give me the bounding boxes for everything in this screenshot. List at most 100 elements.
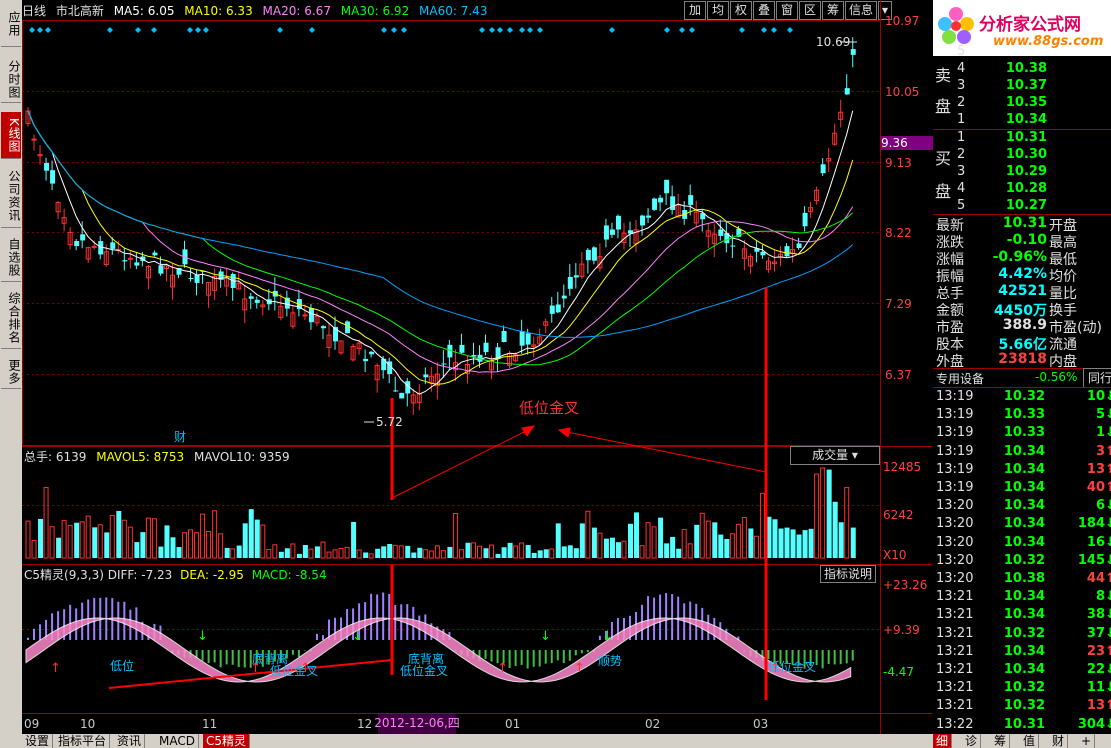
tick-time: 13:21 [936,662,974,677]
tick-direction-icon: ↑ [1105,643,1111,659]
tab-more[interactable]: 更多 [1,356,21,389]
tick-price: 10.32 [1003,552,1045,568]
signal-diamond [519,27,525,33]
tab-apply[interactable]: 应用 [1,2,21,47]
candle [718,229,724,236]
tab-company-info[interactable]: 公司资讯 [1,165,21,228]
volume-bar [188,529,194,559]
detail-tab[interactable]: 财 [1049,734,1069,748]
signal-diamond [679,27,685,33]
volume-indicator-select[interactable]: 成交量 ▾ [790,446,880,465]
candle [44,162,50,171]
tick-price: 10.32 [1003,625,1045,641]
detail-tab[interactable]: 筹 [991,734,1011,748]
indicator-explain-button[interactable]: 指标说明 [820,565,876,583]
tick-row: 13:20 10.38 44 ↑ [933,571,1111,589]
signal-diamond [537,27,543,33]
date-tick: 09 [24,717,40,731]
volume-bar [49,526,55,559]
candle [345,321,351,334]
tick-time: 13:21 [936,698,974,714]
volume-bar [145,517,151,559]
volume-bar [302,545,308,558]
candles [25,37,856,415]
detail-tab[interactable]: + [1078,734,1096,748]
candle [850,49,856,55]
volume-bar [808,528,814,558]
tab-settings[interactable]: 设置 [22,734,54,748]
tick-price: 10.32 [1003,680,1045,696]
volume-bar [140,532,146,558]
candle [640,215,646,226]
tab-kline[interactable]: K线图 [1,112,21,159]
volume-bar [242,523,248,558]
detail-tab[interactable]: 诊 [962,734,982,748]
tick-volume: 38 [1086,607,1105,623]
volume-bar [290,543,296,559]
volume-bar [116,510,122,558]
signal-diamond [489,27,495,33]
candle [652,198,658,210]
tab-news[interactable]: 资讯 [114,734,146,748]
volume-bar [820,467,826,559]
volume-bar [284,548,290,558]
tab-intraday[interactable]: 分时图 [1,56,21,103]
detail-tab[interactable]: 值 [1020,734,1040,748]
volume-bar [452,512,458,559]
tick-row: 13:19 10.32 10 ↓ [933,389,1111,407]
candle [501,330,507,343]
tick-direction-icon: ↓ [1105,680,1111,696]
volume-bar [477,545,482,559]
tick-row: 13:20 10.34 6 ↓ [933,498,1111,516]
volume-bar [501,547,507,558]
tab-indicator-platform[interactable]: 指标平台 [55,734,111,748]
tick-row: 13:21 10.32 11 ↓ [933,680,1111,698]
chevron-down-icon: ▾ [851,448,858,462]
stat-row: 涨幅 -0.96% 最低 [933,249,1111,268]
volume-bar [170,537,176,558]
buy-level-row: 1 10.31 [957,130,1047,145]
peer-tab[interactable]: 同行 [1083,368,1111,388]
tick-row: 13:19 10.34 13 ↑ [933,462,1111,480]
finance-marker[interactable]: 财 [174,430,186,444]
candle [91,245,97,248]
candle [194,274,200,283]
volume-bar [729,533,735,559]
diff-value: DIFF: -7.23 [107,568,173,582]
signal-arrow-icon: ↑ [50,661,61,676]
tick-price: 10.34 [1003,461,1045,477]
volume-indicator-label: 成交量 [812,448,849,462]
volume-bar [579,523,585,558]
volume-bar [513,545,519,559]
tab-c5[interactable]: C5精灵 [203,734,251,748]
volume-bar [705,520,711,559]
indicator-axis-tick: +23.26 [883,578,928,592]
signal-diamond [761,27,767,33]
tick-row: 13:21 10.34 23 ↑ [933,644,1111,662]
volume-bar [182,532,188,559]
volume-bar [134,542,140,558]
candle [670,196,676,210]
tab-macd[interactable]: MACD [156,734,199,748]
tick-price: 10.32 [1003,698,1045,714]
indicator-axis-tick: +9.39 [883,623,920,637]
price-axis-tick: 7.29 [885,297,912,311]
tick-direction-icon: ↓ [1105,589,1111,605]
mavol10-value: MAVOL10: 9359 [194,450,290,464]
detail-tab[interactable]: 细 [933,734,953,748]
stat-row: 股本 5.66亿 流通 [933,334,1111,353]
tab-watchlist[interactable]: 自选股 [1,233,21,282]
candle [399,392,405,399]
tick-volume: 184 [1077,516,1105,532]
candle [844,88,850,95]
kline-chart[interactable]: ↑↓↑↑↓↑↓↑↓↑ 10.69 5.72 财 低位金叉 2012-12-06,… [22,0,933,734]
volume-bar [664,543,670,558]
volume-bar [573,548,579,558]
stat-row: 总手 42521 量比 [933,283,1111,302]
candle [363,358,369,362]
tab-ranking[interactable]: 综合排名 [1,288,21,349]
candle [820,164,826,174]
volume-bar [615,542,621,558]
volume-bar [832,501,838,558]
volume-bar [724,538,730,558]
